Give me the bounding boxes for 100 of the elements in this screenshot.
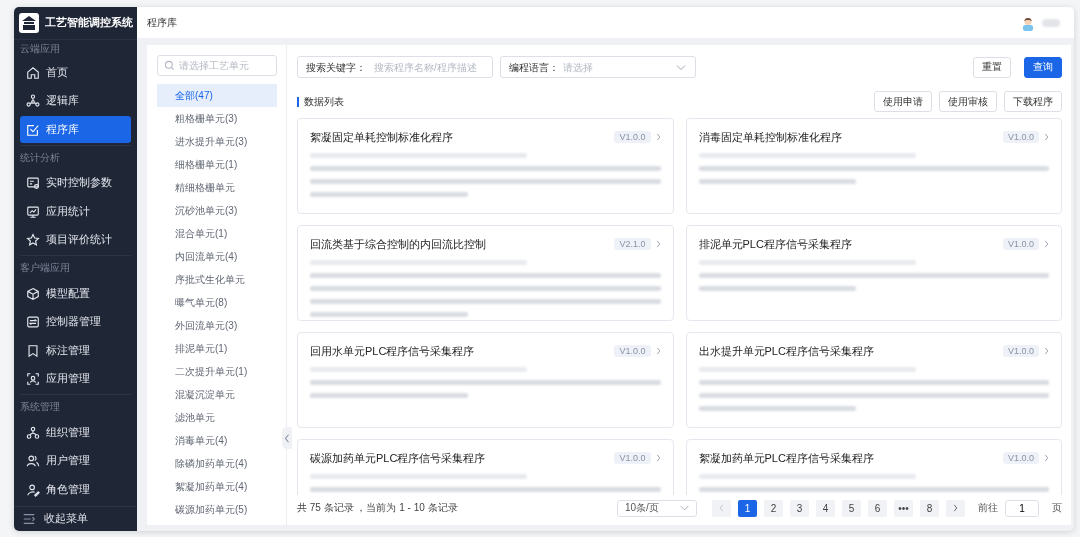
version-tag: V1.0.0 [1002, 344, 1039, 357]
action-button[interactable]: 使用审核 [939, 91, 997, 112]
reset-button[interactable]: 重置 [973, 56, 1011, 78]
bookmark-icon [26, 343, 40, 358]
menu-item[interactable]: 模型配置 [20, 280, 131, 307]
program-card[interactable]: 消毒固定单耗控制标准化程序 V1.0.0 [685, 118, 1062, 214]
star-icon [26, 233, 40, 247]
menu-item[interactable]: 应用统计 [20, 198, 131, 225]
version-tag: V1.0.0 [614, 130, 651, 143]
unit-list-item[interactable]: 滤池单元 [157, 406, 277, 429]
unit-list-item[interactable]: 沉砂池单元(3) [157, 199, 277, 222]
page-button[interactable]: 6 [868, 499, 887, 517]
record-summary: 共 75 条记录 ，当前为 1 - 10 条记录 [297, 501, 458, 515]
menu-item[interactable]: 逻辑库 [20, 87, 131, 115]
query-button[interactable]: 查询 [1024, 56, 1062, 78]
chevron-right-icon [655, 132, 661, 141]
unit-list-item[interactable]: 除磷加药单元(4) [157, 452, 277, 475]
unit-list-item[interactable]: 内回流单元(4) [157, 245, 277, 268]
page-unit-label: 页 [1052, 501, 1062, 515]
chevron-left-icon [719, 504, 724, 512]
menu-item[interactable]: 组织管理 [20, 419, 131, 446]
menu-item[interactable]: 实时控制参数 [20, 169, 131, 197]
unit-list-item[interactable]: 碳源加药单元(5) [157, 498, 277, 521]
program-card[interactable]: 排泥单元PLC程序信号采集程序 V1.0.0 [685, 225, 1062, 321]
blurred-user-name [1042, 18, 1060, 27]
cube-icon [26, 286, 40, 301]
unit-list-item[interactable]: 絮凝加药单元(4) [157, 475, 277, 498]
goto-page-field[interactable]: 1 [1005, 499, 1039, 517]
page-button[interactable]: 2 [764, 499, 783, 517]
menu-item[interactable]: 控制器管理 [20, 308, 131, 336]
unit-list-item[interactable]: 全部(47) [157, 84, 277, 107]
menu-group-label: 系统管理 [20, 400, 61, 414]
user-edit-icon [26, 482, 40, 497]
program-card[interactable]: 回用水单元PLC程序信号采集程序 V1.0.0 [297, 332, 674, 428]
action-button[interactable]: 使用申请 [874, 91, 932, 112]
program-title: 絮凝固定单耗控制标准化程序 [310, 130, 454, 145]
collapse-handle[interactable] [282, 427, 292, 449]
version-tag: V1.0.0 [1002, 237, 1039, 250]
unit-list-item[interactable]: 混凝沉淀单元 [157, 383, 277, 406]
page-button[interactable]: 1 [738, 499, 757, 517]
field-label: 搜索关键字： [306, 61, 366, 75]
users-icon [26, 454, 40, 468]
next-page-button[interactable] [946, 499, 965, 517]
program-card[interactable]: 碳源加药单元PLC程序信号采集程序 V1.0.0 [297, 439, 674, 495]
unit-search-field[interactable]: 请选择工艺单元 [157, 55, 277, 76]
menu-group-label: 客户端应用 [20, 261, 71, 275]
unit-list-item[interactable]: 进水提升单元(3) [157, 130, 277, 153]
page-size-select[interactable]: 10条/页 [617, 499, 697, 517]
menu-item[interactable]: 标注管理 [20, 337, 131, 364]
unit-list-item[interactable]: 消毒单元(4) [157, 429, 277, 452]
menu-item[interactable]: 应用管理 [20, 365, 131, 393]
unit-list-item[interactable]: 细格栅单元(1) [157, 153, 277, 176]
program-title: 絮凝加药单元PLC程序信号采集程序 [698, 451, 875, 466]
scan-icon [26, 372, 40, 386]
program-title: 回流类基于综合控制的内回流比控制 [310, 237, 487, 252]
menu-item[interactable]: 项目评价统计 [20, 226, 131, 254]
program-card[interactable]: 回流类基于综合控制的内回流比控制 V2.1.0 [297, 225, 674, 321]
org-icon [26, 425, 40, 440]
chevron-right-icon [1044, 132, 1049, 141]
menu-group-label: 云端应用 [20, 42, 61, 56]
page-button[interactable]: 3 [790, 499, 809, 517]
section-title: 数据列表 [297, 96, 344, 107]
version-tag: V1.0.0 [1002, 130, 1039, 143]
unit-list-item[interactable]: 外回流单元(3) [157, 314, 277, 337]
version-tag: V1.0.0 [614, 451, 651, 464]
page-button[interactable]: 5 [842, 499, 861, 517]
program-title: 碳源加药单元PLC程序信号采集程序 [310, 451, 487, 466]
program-card[interactable]: 絮凝固定单耗控制标准化程序 V1.0.0 [297, 118, 674, 214]
unit-list-item[interactable]: 排泥单元(1) [157, 337, 277, 360]
program-title: 回用水单元PLC程序信号采集程序 [310, 344, 476, 359]
program-card[interactable]: 出水提升单元PLC程序信号采集程序 V1.0.0 [685, 332, 1062, 428]
unit-list-item[interactable]: 序批式生化单元 [157, 268, 277, 291]
menu-icon [22, 512, 36, 526]
action-button[interactable]: 下载程序 [1004, 91, 1062, 112]
page-button[interactable]: 4 [816, 499, 835, 517]
chevron-right-icon [953, 504, 958, 512]
menu-item[interactable]: 用户管理 [20, 447, 131, 475]
chevron-right-icon [655, 453, 661, 462]
chevron-down-icon [680, 505, 689, 511]
menu-item[interactable]: 首页 [20, 59, 131, 86]
previous-page-button[interactable] [712, 499, 731, 517]
unit-list-item[interactable]: 曝气单元(8) [157, 291, 277, 314]
menu-item[interactable]: 角色管理 [20, 476, 131, 503]
chevron-right-icon [1044, 239, 1049, 248]
chevron-right-icon [655, 346, 661, 355]
chevron-down-icon [676, 64, 686, 71]
nodes-icon [26, 94, 40, 108]
unit-list-item[interactable]: 二次提升单元(1) [157, 360, 277, 383]
page-button[interactable]: ••• [894, 499, 913, 517]
logo-icon [19, 13, 39, 33]
unit-list-item[interactable]: 粗格栅单元(3) [157, 107, 277, 130]
page-button[interactable]: 8 [920, 499, 939, 517]
menu-item[interactable]: 程序库 [20, 116, 131, 143]
unit-list-item[interactable]: 精细格栅单元 [157, 176, 277, 199]
params-icon [26, 176, 40, 190]
collapse-menu-button[interactable]: 收起菜单 [14, 506, 137, 531]
home-icon [26, 65, 40, 80]
unit-list-item[interactable]: 混合单元(1) [157, 222, 277, 245]
monitor-icon [26, 204, 40, 219]
version-tag: V2.1.0 [614, 237, 651, 250]
